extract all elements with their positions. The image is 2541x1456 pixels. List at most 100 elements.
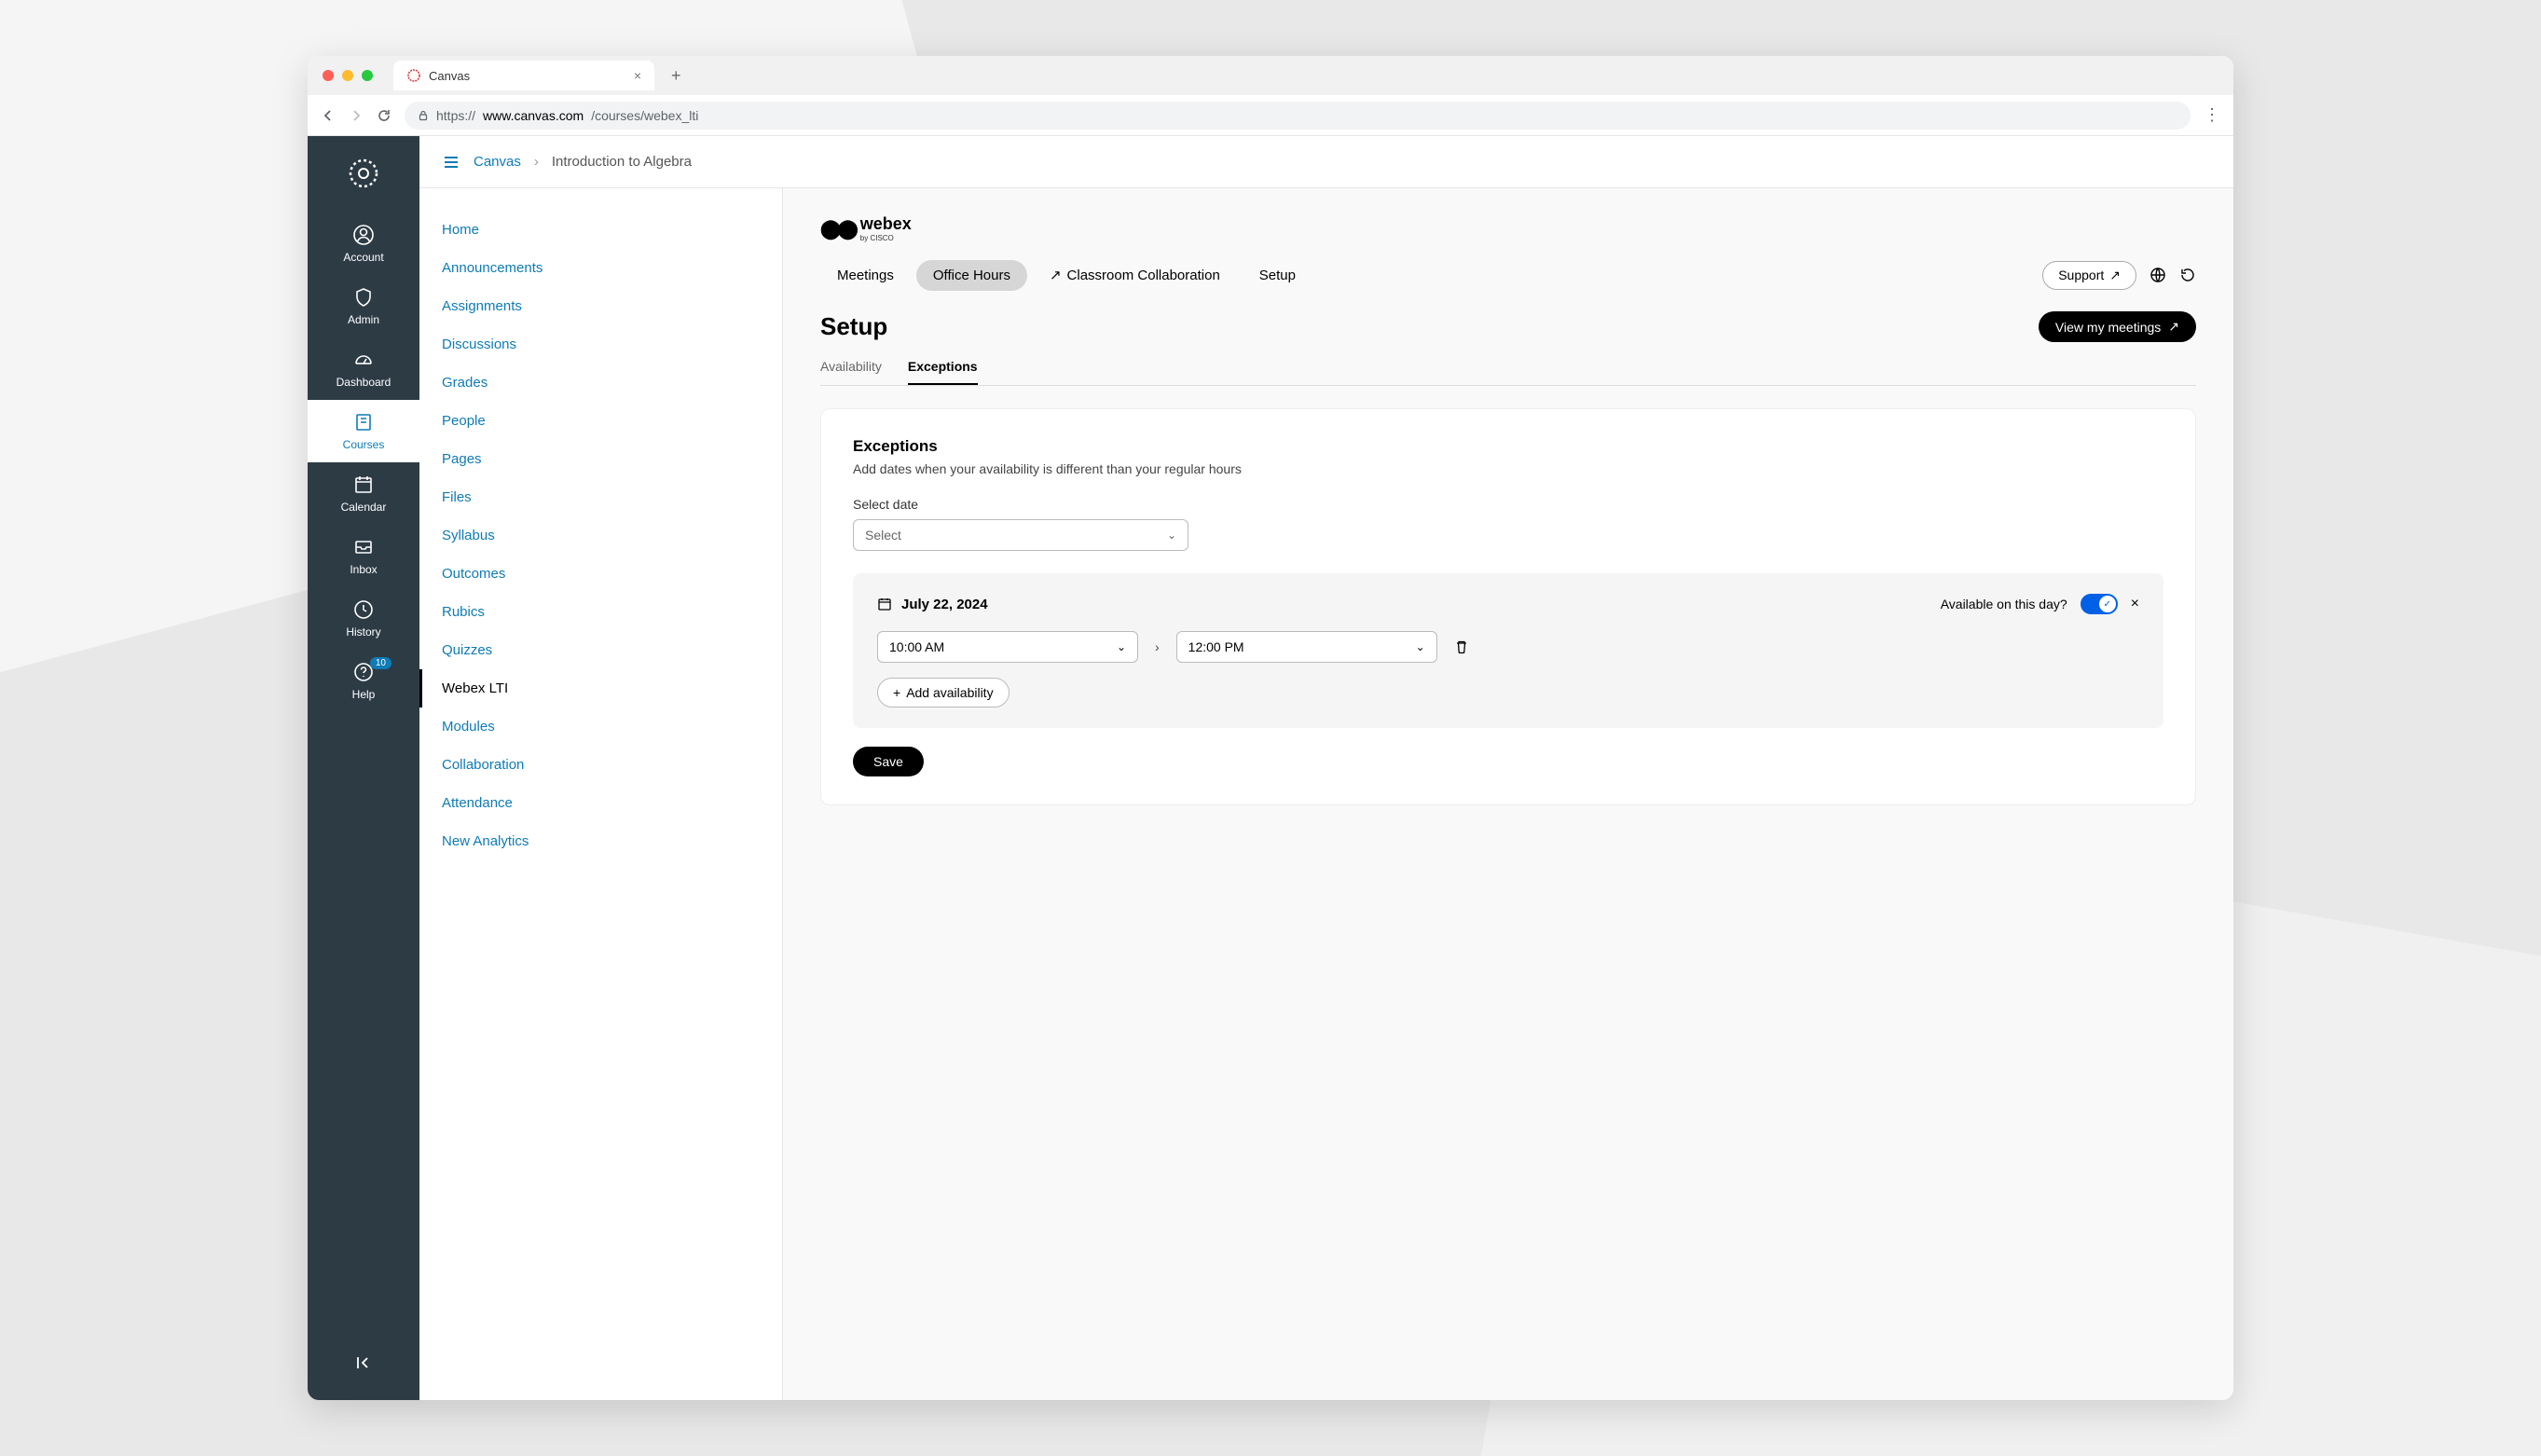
help-badge: 10 (370, 657, 391, 669)
tab-office-hours[interactable]: Office Hours (916, 260, 1027, 291)
nav-dashboard[interactable]: Dashboard (308, 337, 419, 400)
address-bar: https://www.canvas.com/courses/webex_lti… (308, 95, 2233, 136)
course-nav-item[interactable]: Grades (419, 364, 782, 402)
exceptions-description: Add dates when your availability is diff… (853, 461, 2163, 476)
browser-menu-icon[interactable]: ⋮ (2204, 105, 2220, 125)
breadcrumb-current: Introduction to Algebra (552, 154, 692, 170)
canvas-logo-icon[interactable] (343, 153, 384, 194)
date-select[interactable]: Select ⌄ (853, 519, 1188, 551)
breadcrumb-root[interactable]: Canvas (474, 154, 521, 170)
nav-courses[interactable]: Courses (308, 400, 419, 462)
refresh-icon[interactable] (2179, 267, 2196, 283)
arrow-right-icon: › (1155, 639, 1160, 654)
browser-tab[interactable]: Canvas × (393, 61, 654, 90)
subtab-availability[interactable]: Availability (820, 359, 882, 385)
course-nav-item[interactable]: Discussions (419, 325, 782, 364)
chevron-down-icon: ⌄ (1117, 640, 1126, 653)
exception-header: July 22, 2024 Available on this day? ✓ × (877, 594, 2139, 614)
trash-icon[interactable] (1454, 639, 1469, 654)
nav-label: Inbox (350, 563, 377, 576)
tab-title: Canvas (429, 69, 470, 83)
course-nav-item[interactable]: Assignments (419, 287, 782, 325)
tab-close-icon[interactable]: × (634, 68, 641, 83)
window-minimize-button[interactable] (342, 70, 353, 81)
inbox-icon (352, 536, 375, 558)
course-nav-item[interactable]: Announcements (419, 249, 782, 287)
time-row: 10:00 AM ⌄ › 12:00 PM ⌄ (877, 631, 2139, 663)
nav-label: History (346, 625, 380, 639)
course-nav-item[interactable]: New Analytics (419, 822, 782, 860)
nav-account[interactable]: Account (308, 213, 419, 275)
nav-label: Dashboard (337, 376, 391, 389)
collapse-nav-icon[interactable] (354, 1353, 373, 1372)
global-nav: Account Admin Dashboard Courses Calendar… (308, 136, 419, 1400)
nav-calendar[interactable]: Calendar (308, 462, 419, 525)
course-nav-item[interactable]: Rubics (419, 593, 782, 631)
subtab-exceptions[interactable]: Exceptions (908, 359, 978, 385)
tab-bar: Canvas × + (308, 56, 2233, 95)
course-nav-item[interactable]: Modules (419, 707, 782, 746)
nav-history[interactable]: History (308, 587, 419, 650)
tab-setup[interactable]: Setup (1243, 260, 1312, 291)
exception-date: July 22, 2024 (901, 597, 988, 612)
top-tabs: Meetings Office Hours ↗ Classroom Collab… (820, 259, 1312, 291)
course-nav-item-webex[interactable]: Webex LTI (419, 669, 782, 707)
course-nav-item[interactable]: Files (419, 478, 782, 516)
course-nav-item[interactable]: Pages (419, 440, 782, 478)
nav-label: Account (343, 251, 383, 264)
exception-block: July 22, 2024 Available on this day? ✓ × (853, 573, 2163, 728)
course-nav-item[interactable]: Home (419, 211, 782, 249)
course-nav-item[interactable]: Attendance (419, 784, 782, 822)
globe-icon[interactable] (2150, 267, 2166, 283)
webex-sub: by CISCO (860, 234, 912, 242)
window-maximize-button[interactable] (362, 70, 373, 81)
new-tab-button[interactable]: + (664, 66, 689, 86)
url-input[interactable]: https://www.canvas.com/courses/webex_lti (405, 102, 2191, 130)
lock-icon (418, 110, 429, 121)
view-meetings-button[interactable]: View my meetings ↗ (2039, 311, 2196, 342)
split-layout: Home Announcements Assignments Discussio… (419, 188, 2233, 1400)
account-icon (352, 224, 375, 246)
available-toggle[interactable]: ✓ (2081, 594, 2118, 614)
url-prefix: https:// (436, 108, 475, 123)
favicon-icon (406, 68, 421, 83)
start-time-select[interactable]: 10:00 AM ⌄ (877, 631, 1138, 663)
nav-help[interactable]: 10 Help (308, 650, 419, 712)
close-icon[interactable]: × (2131, 596, 2139, 612)
exceptions-card: Exceptions Add dates when your availabil… (820, 408, 2196, 805)
course-nav-item[interactable]: Syllabus (419, 516, 782, 555)
course-nav-item[interactable]: Collaboration (419, 746, 782, 784)
end-time-select[interactable]: 12:00 PM ⌄ (1176, 631, 1437, 663)
nav-label: Help (352, 688, 376, 701)
nav-inbox[interactable]: Inbox (308, 525, 419, 587)
nav-reload-icon[interactable] (377, 108, 391, 123)
nav-admin[interactable]: Admin (308, 275, 419, 337)
add-availability-button[interactable]: + Add availability (877, 678, 1010, 707)
nav-back-icon[interactable] (321, 108, 336, 123)
select-date-label: Select date (853, 497, 2163, 512)
calendar-icon (352, 474, 375, 496)
sub-tabs: Availability Exceptions (820, 359, 2196, 386)
nav-forward-icon[interactable] (349, 108, 364, 123)
app-body: Account Admin Dashboard Courses Calendar… (308, 136, 2233, 1400)
page-title: Setup (820, 312, 887, 341)
save-button[interactable]: Save (853, 747, 924, 776)
webex-logo: ⬤⬤ webex by CISCO (820, 214, 2196, 242)
support-button[interactable]: Support ↗ (2042, 261, 2136, 290)
tab-meetings[interactable]: Meetings (820, 260, 911, 291)
clock-icon (352, 598, 375, 621)
url-path: /courses/webex_lti (591, 108, 698, 123)
tab-classroom-collab[interactable]: ↗ Classroom Collaboration (1033, 259, 1237, 291)
course-nav-item[interactable]: People (419, 402, 782, 440)
nav-label: Admin (348, 313, 379, 326)
nav-label: Courses (343, 438, 385, 451)
course-nav-item[interactable]: Quizzes (419, 631, 782, 669)
main-panel: ⬤⬤ webex by CISCO Meetings Office Hours … (783, 188, 2233, 1400)
available-label: Available on this day? (1941, 597, 2067, 611)
course-nav-item[interactable]: Outcomes (419, 555, 782, 593)
top-tabs-row: Meetings Office Hours ↗ Classroom Collab… (820, 259, 2196, 291)
window-close-button[interactable] (323, 70, 334, 81)
chevron-down-icon: ⌄ (1167, 529, 1176, 542)
browser-chrome: Canvas × + https://www.canvas.com/course… (308, 56, 2233, 136)
hamburger-icon[interactable] (442, 153, 460, 172)
